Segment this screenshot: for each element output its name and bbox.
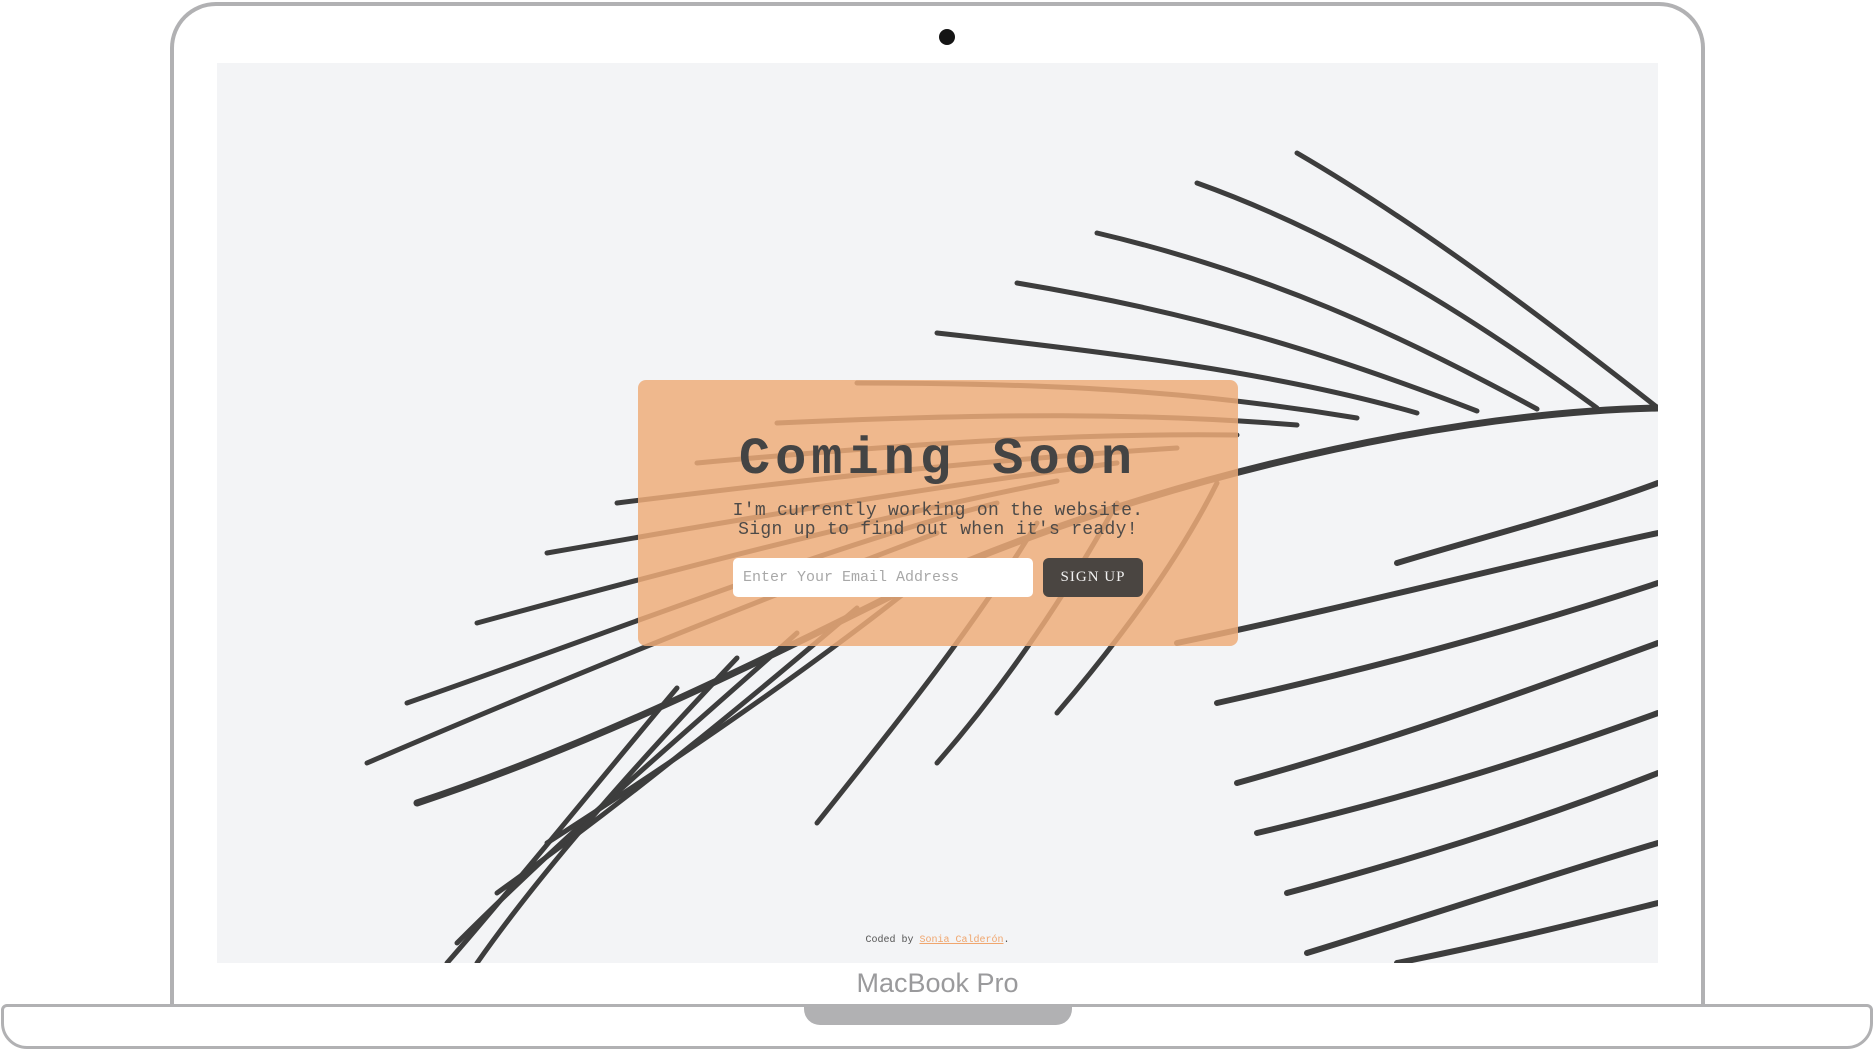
device-label: MacBook Pro xyxy=(856,968,1019,998)
subtitle-line-2: Sign up to find out when it's ready! xyxy=(738,520,1138,540)
email-input[interactable] xyxy=(733,558,1033,597)
credit-suffix: . xyxy=(1003,935,1010,946)
signup-form: SIGN UP xyxy=(638,558,1238,597)
coming-soon-card: Coming Soon I'm currently working on the… xyxy=(638,380,1238,646)
subtitle: I'm currently working on the website. Si… xyxy=(638,502,1238,540)
author-link[interactable]: Sonia Calderón xyxy=(919,935,1003,946)
laptop-notch xyxy=(804,1005,1072,1025)
credit-prefix: Coded by xyxy=(865,935,920,946)
webcam-icon xyxy=(939,29,955,45)
laptop-screen: Coming Soon I'm currently working on the… xyxy=(217,63,1658,963)
sign-up-button[interactable]: SIGN UP xyxy=(1043,558,1143,597)
subtitle-line-1: I'm currently working on the website. xyxy=(732,501,1144,521)
footer-credit: Coded by Sonia Calderón. xyxy=(217,935,1658,946)
page-title: Coming Soon xyxy=(738,430,1138,489)
